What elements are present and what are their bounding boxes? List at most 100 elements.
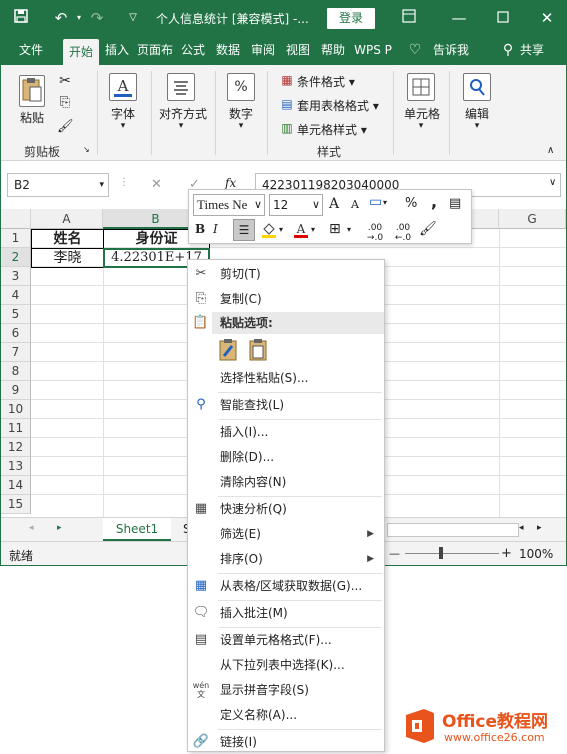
lightbulb-icon[interactable]: ♡	[405, 35, 425, 65]
menu-item-smart-lookup[interactable]: ⚲ 智能查找(L)	[188, 393, 384, 417]
alignment-dropdown-icon[interactable]: ▾	[175, 121, 187, 131]
shrink-font-icon[interactable]: A	[351, 198, 359, 211]
row-header[interactable]: 3	[1, 267, 31, 286]
menu-item-paste-special[interactable]: 选择性粘贴(S)...	[188, 366, 384, 390]
cell-styles-icon[interactable]: ▥	[279, 121, 295, 135]
row-header[interactable]: 13	[1, 457, 31, 476]
tab-wps[interactable]: WPS P	[352, 35, 394, 65]
alignment-icon[interactable]	[167, 73, 195, 101]
bold-icon[interactable]: B	[195, 222, 205, 236]
menu-item-delete[interactable]: 删除(D)...	[188, 445, 384, 469]
paste-label[interactable]: 粘贴	[15, 109, 49, 126]
row-header[interactable]: 12	[1, 438, 31, 457]
close-icon[interactable]: ✕	[537, 8, 557, 28]
undo-icon[interactable]: ↶	[51, 8, 71, 28]
row-header[interactable]: 1	[1, 229, 31, 248]
next-sheet-icon[interactable]: ▸	[57, 523, 62, 533]
editing-icon[interactable]	[463, 73, 491, 101]
paste-keep-format-icon[interactable]	[218, 338, 242, 362]
font-dropdown-icon[interactable]: ▾	[117, 121, 129, 131]
borders-dropdown-icon[interactable]: ▾	[347, 225, 351, 234]
font-name-dropdown-icon[interactable]: ∨	[254, 195, 262, 215]
redo-icon[interactable]: ↷	[87, 8, 107, 28]
decrease-decimal-icon[interactable]: .00 ←.0	[389, 223, 417, 243]
row-header[interactable]: 11	[1, 419, 31, 438]
row-header[interactable]: 7	[1, 343, 31, 362]
row-header[interactable]: 15	[1, 495, 31, 514]
tab-view[interactable]: 视图	[282, 35, 314, 65]
menu-item-insert[interactable]: 插入(I)...	[188, 420, 384, 444]
font-color-dropdown-icon[interactable]: ▾	[311, 225, 315, 234]
row-header[interactable]: 4	[1, 286, 31, 305]
tab-page-layout[interactable]: 页面布	[135, 35, 175, 65]
tab-data[interactable]: 数据	[212, 35, 244, 65]
name-box[interactable]: B2 ▾	[7, 173, 109, 197]
comma-style-icon[interactable]: ,	[431, 192, 437, 211]
editing-dropdown-icon[interactable]: ▾	[471, 121, 483, 131]
editing-group-label[interactable]: 编辑	[459, 105, 495, 122]
italic-icon[interactable]: I	[213, 222, 218, 236]
cell-styles-button[interactable]: 单元格样式 ▾	[297, 121, 367, 138]
table-format-button[interactable]: 套用表格格式 ▾	[297, 97, 379, 114]
ribbon-display-icon[interactable]	[399, 8, 419, 28]
cell-a1[interactable]: 姓名	[31, 229, 104, 249]
percent-style-icon[interactable]: %	[405, 196, 417, 211]
tab-formulas[interactable]: 公式	[177, 35, 209, 65]
column-header-g[interactable]: G	[499, 209, 566, 229]
menu-item-clear-contents[interactable]: 清除内容(N)	[188, 470, 384, 494]
prev-sheet-icon[interactable]: ◂	[29, 523, 34, 533]
paste-values-icon[interactable]	[248, 338, 272, 362]
cancel-icon[interactable]: ✕	[151, 177, 162, 192]
cells-icon[interactable]	[407, 73, 435, 101]
collapse-ribbon-icon[interactable]: ∧	[547, 145, 554, 156]
menu-item-filter[interactable]: 筛选(E) ▶	[188, 522, 384, 546]
expand-formula-icon[interactable]: ∨	[549, 177, 556, 188]
number-format-icon[interactable]: %	[227, 73, 255, 101]
alignment-group-label[interactable]: 对齐方式	[155, 105, 211, 122]
font-name-select[interactable]: Times Ne ∨	[193, 194, 265, 216]
copy-icon[interactable]: ⎘	[57, 95, 73, 110]
zoom-out-icon[interactable]: —	[389, 547, 400, 560]
font-icon[interactable]: A	[109, 73, 137, 101]
format-painter-icon[interactable]: 🖌	[57, 119, 74, 134]
row-header[interactable]: 8	[1, 362, 31, 381]
menu-item-get-data[interactable]: ▦ 从表格/区域获取数据(G)...	[188, 574, 384, 598]
scroll-right-icon[interactable]: ▸	[537, 523, 542, 533]
format-cells-icon[interactable]: ▤	[449, 196, 461, 211]
maximize-icon[interactable]	[493, 8, 513, 28]
font-size-select[interactable]: 12 ∨	[269, 194, 323, 216]
font-size-dropdown-icon[interactable]: ∨	[312, 195, 320, 215]
menu-item-sort[interactable]: 排序(O) ▶	[188, 547, 384, 571]
table-format-icon[interactable]: ▤	[279, 97, 295, 111]
name-box-dropdown-icon[interactable]: ▾	[99, 174, 104, 196]
cells-dropdown-icon[interactable]: ▾	[415, 121, 427, 131]
accounting-dropdown-icon[interactable]: ▾	[383, 198, 387, 207]
increase-decimal-icon[interactable]: .00 →.0	[361, 223, 389, 243]
conditional-format-button[interactable]: 条件格式 ▾	[297, 73, 355, 90]
row-header[interactable]: 5	[1, 305, 31, 324]
insert-function-icon[interactable]: fx	[225, 176, 236, 190]
zoom-slider-thumb[interactable]	[439, 547, 443, 559]
row-header[interactable]: 9	[1, 381, 31, 400]
cells-group-label[interactable]: 单元格	[401, 105, 443, 122]
row-header[interactable]: 14	[1, 476, 31, 495]
menu-item-define-name[interactable]: 定义名称(A)...	[188, 703, 384, 727]
customize-qat-icon[interactable]: ▽	[123, 8, 143, 28]
cell-a2[interactable]: 李晓	[31, 248, 104, 268]
row-header[interactable]: 2	[1, 248, 31, 267]
undo-dropdown-icon[interactable]: ▾	[69, 8, 89, 28]
grow-font-icon[interactable]: A	[329, 196, 339, 212]
format-painter-icon[interactable]: 🖌	[419, 221, 437, 237]
cut-icon[interactable]: ✂	[57, 73, 73, 89]
font-color-icon[interactable]: A	[293, 221, 309, 242]
accounting-format-icon[interactable]: ▭	[369, 194, 382, 210]
paste-icon[interactable]	[19, 75, 45, 107]
tell-me-search[interactable]: 告诉我	[429, 35, 473, 65]
share-icon[interactable]: ⚲	[499, 35, 517, 65]
menu-item-quick-analysis[interactable]: ▦ 快速分析(Q)	[188, 497, 384, 521]
menu-item-show-phonetic[interactable]: wén 文显示拼音字段(S)	[188, 678, 384, 702]
menu-item-format-cells[interactable]: ▤ 设置单元格格式(F)...	[188, 628, 384, 652]
login-button[interactable]: 登录	[327, 8, 375, 29]
sheet-tab-sheet1[interactable]: Sheet1	[103, 518, 171, 541]
row-header[interactable]: 10	[1, 400, 31, 419]
